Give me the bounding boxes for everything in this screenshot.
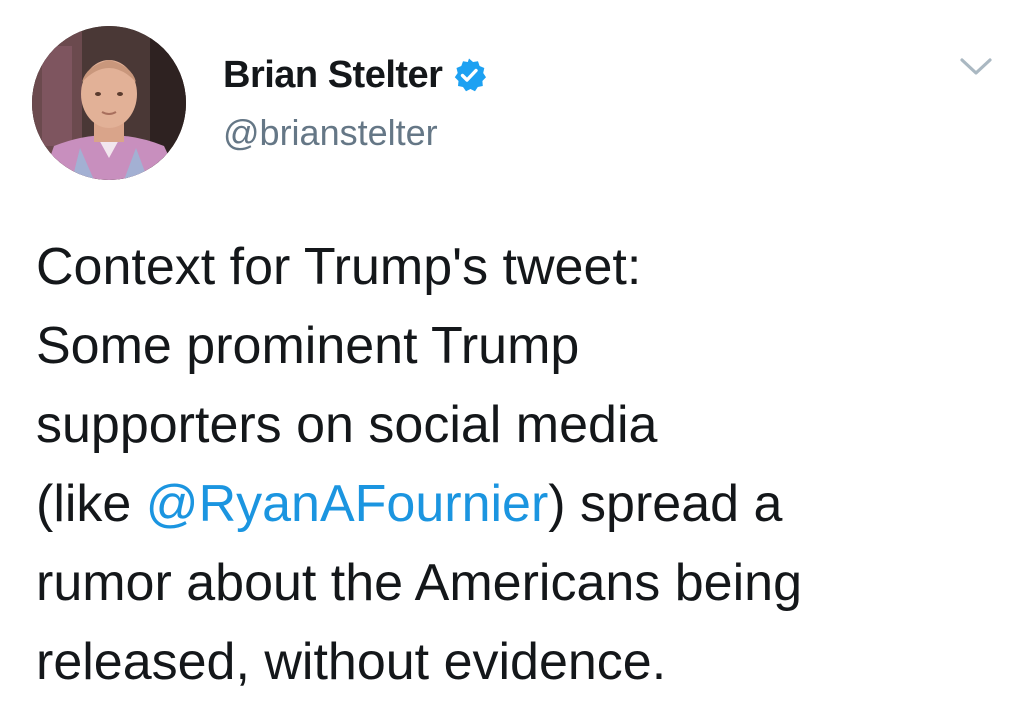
tweet-text-segment: Context for Trump's tweet:	[36, 238, 642, 296]
tweet-text: Context for Trump's tweet: Some prominen…	[36, 228, 996, 702]
verified-badge-icon	[451, 57, 487, 93]
tweet-line: Some prominent Trump	[36, 307, 996, 386]
tweet-text-segment: rumor about the Americans being	[36, 554, 802, 612]
avatar[interactable]	[32, 26, 186, 180]
tweet-text-segment: supporters on social media	[36, 396, 658, 454]
tweet-card: Brian Stelter @brianstelter Context for …	[0, 0, 1024, 704]
tweet-text-segment: (like	[36, 475, 146, 533]
tweet-line: Context for Trump's tweet:	[36, 228, 996, 307]
tweet-text-segment: ) spread a	[548, 475, 783, 533]
tweet-line: supporters on social media	[36, 386, 996, 465]
chevron-down-icon[interactable]	[958, 52, 994, 80]
tweet-line: (like @RyanAFournier) spread a	[36, 465, 996, 544]
profile-photo-icon	[32, 26, 186, 180]
tweet-line: released, without evidence.	[36, 623, 996, 702]
tweet-text-segment: Some prominent Trump	[36, 317, 580, 375]
tweet-text-segment: released, without evidence.	[36, 633, 667, 691]
mention-link[interactable]: @RyanAFournier	[146, 475, 549, 533]
display-name[interactable]: Brian Stelter	[223, 50, 443, 100]
tweet-line: rumor about the Americans being	[36, 544, 996, 623]
user-handle[interactable]: @brianstelter	[223, 110, 438, 156]
author-name-row[interactable]: Brian Stelter	[223, 50, 487, 100]
